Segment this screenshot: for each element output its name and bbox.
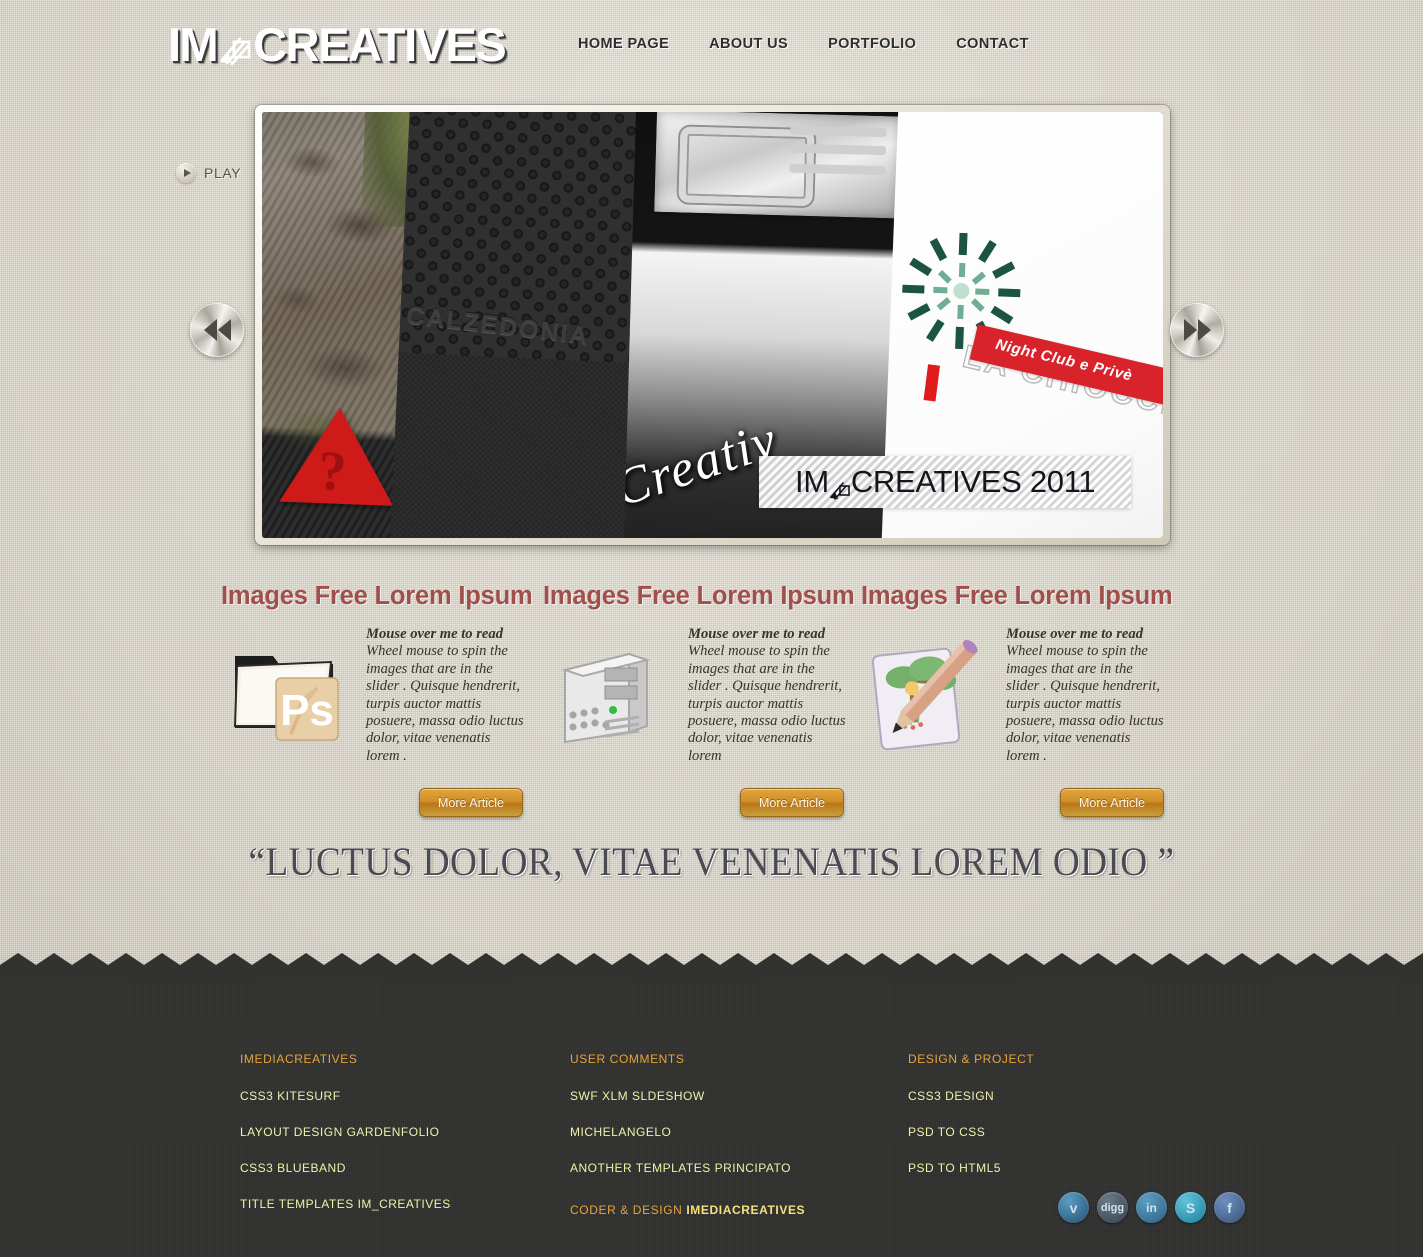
footer-heading: DESIGN & PROJECT <box>908 1052 1035 1066</box>
drawing-pencil-icon <box>861 626 996 751</box>
footer-credit-prefix: CODER & DESIGN <box>570 1203 687 1217</box>
column-text: Mouse over me to read Wheel mouse to spi… <box>688 626 848 765</box>
footer-link[interactable]: CSS3 DESIGN <box>908 1089 1034 1103</box>
column-title: Images Free Lorem Ipsum <box>543 582 855 610</box>
column-title: Images Free Lorem Ipsum <box>221 582 533 610</box>
site-header: IM CREATIVES HOME PAGE ABOUT US PORTFOLI… <box>0 0 1423 95</box>
slider-caption: IM CREATIVES 2011 <box>759 456 1131 508</box>
zigzag-divider <box>0 953 1423 979</box>
caption-suffix: CREATIVES 2011 <box>850 464 1096 499</box>
nav-item-about-us[interactable]: ABOUT US <box>709 36 788 52</box>
footer-link[interactable]: TITLE TEMPLATES IM_CREATIVES <box>240 1197 451 1211</box>
footer-column-1: IMEDIACREATIVES CSS3 KITESURF LAYOUT DES… <box>240 1052 451 1233</box>
slider-play-button[interactable]: PLAY <box>176 163 241 183</box>
footer-column-2: USER COMMENTS SWF XLM SLDESHOW MICHELANG… <box>570 1052 791 1197</box>
linkedin-icon[interactable]: in <box>1136 1192 1167 1223</box>
slider-prev-button[interactable] <box>190 303 244 357</box>
nav-item-home-page[interactable]: HOME PAGE <box>578 36 669 52</box>
column-body: Wheel mouse to spin the images that are … <box>688 643 846 764</box>
slider-next-button[interactable] <box>1170 303 1224 357</box>
footer-link[interactable]: ANOTHER TEMPLATES PRINCIPATO <box>570 1161 791 1175</box>
photoshop-folder-icon: Ps <box>221 626 356 751</box>
footer-column-3: DESIGN & PROJECT CSS3 DESIGN PSD TO CSS … <box>908 1052 1034 1197</box>
skype-icon[interactable]: S <box>1175 1192 1206 1223</box>
footer-link[interactable]: CSS3 KITESURF <box>240 1089 451 1103</box>
caption-prefix: IM <box>795 464 829 499</box>
footer-link[interactable]: MICHELANGELO <box>570 1125 791 1139</box>
red-accent-mark <box>923 364 940 402</box>
site-logo[interactable]: IM CREATIVES <box>168 18 507 71</box>
column-lead: Mouse over me to read <box>688 626 826 642</box>
footer-credit-name: IMEDIACREATIVES <box>686 1203 806 1217</box>
vimeo-icon[interactable]: v <box>1058 1192 1089 1223</box>
column-title: Images Free Lorem Ipsum <box>861 582 1173 610</box>
image-slider[interactable]: ? CALZEDONIA Creativ CHIOCCIOLA Night Cl… <box>255 105 1170 545</box>
more-article-button-2[interactable]: More Article <box>740 788 844 817</box>
footer-heading: USER COMMENTS <box>570 1052 685 1066</box>
slide-calzedonia[interactable]: CALZEDONIA <box>388 112 652 538</box>
logo-text-suffix: CREATIVES <box>253 18 507 71</box>
page-quote: “LUCTUS DOLOR, VITAE VENENATIS LOREM ODI… <box>248 839 1175 884</box>
footer-link[interactable]: LAYOUT DESIGN GARDENFOLIO <box>240 1125 451 1139</box>
column-body: Wheel mouse to spin the images that are … <box>366 643 524 764</box>
digg-icon[interactable]: digg <box>1097 1192 1128 1223</box>
facebook-icon[interactable]: f <box>1214 1192 1245 1223</box>
feature-column-3: Images Free Lorem Ipsum Mouse over me to… <box>861 582 1181 765</box>
slider-caption-text: IM CREATIVES 2011 <box>759 464 1096 500</box>
question-mark-glyph: ? <box>317 440 348 504</box>
more-article-button-3[interactable]: More Article <box>1060 788 1164 817</box>
main-navigation: HOME PAGE ABOUT US PORTFOLIO CONTACT <box>578 36 1029 52</box>
footer-link[interactable]: PSD TO HTML5 <box>908 1161 1034 1175</box>
footer-heading: IMEDIACREATIVES <box>240 1052 358 1066</box>
easel-drawing-icon <box>829 473 851 500</box>
grayscale-device-graphic <box>651 112 905 222</box>
play-label: PLAY <box>204 165 242 181</box>
social-links: v digg in S f <box>1058 1192 1245 1223</box>
footer-link[interactable]: CSS3 BLUEBAND <box>240 1161 451 1175</box>
more-article-button-1[interactable]: More Article <box>419 788 523 817</box>
feature-column-1: Images Free Lorem Ipsum Ps Mouse over me… <box>221 582 541 765</box>
double-left-arrow-icon <box>203 319 231 341</box>
easel-drawing-icon <box>218 30 252 66</box>
nav-item-portfolio[interactable]: PORTFOLIO <box>828 36 916 52</box>
computer-tower-icon <box>543 626 678 751</box>
footer-credit: CODER & DESIGN IMEDIACREATIVES <box>570 1203 805 1217</box>
play-triangle-icon <box>176 163 196 183</box>
slider-viewport[interactable]: ? CALZEDONIA Creativ CHIOCCIOLA Night Cl… <box>262 112 1163 538</box>
column-text: Mouse over me to read Wheel mouse to spi… <box>366 626 526 765</box>
nav-item-contact[interactable]: CONTACT <box>956 36 1029 52</box>
logo-text-prefix: IM <box>168 18 219 71</box>
footer-link[interactable]: SWF XLM SLDESHOW <box>570 1089 791 1103</box>
feature-column-2: Images Free Lorem Ipsum Mouse over me to… <box>543 582 863 765</box>
column-lead: Mouse over me to read <box>1006 626 1144 642</box>
svg-text:Ps: Ps <box>280 686 334 735</box>
column-body: Wheel mouse to spin the images that are … <box>1006 643 1164 764</box>
mesh-texture-bottom <box>388 352 639 538</box>
double-right-arrow-icon <box>1183 319 1211 341</box>
column-text: Mouse over me to read Wheel mouse to spi… <box>1006 626 1166 765</box>
footer-link[interactable]: PSD TO CSS <box>908 1125 1034 1139</box>
column-lead: Mouse over me to read <box>366 626 504 642</box>
